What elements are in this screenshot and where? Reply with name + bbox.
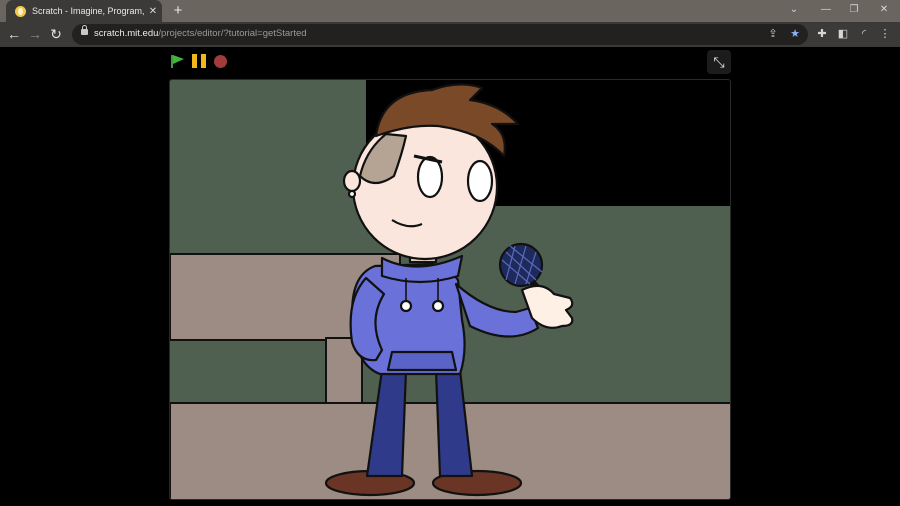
pause-icon[interactable] [192, 54, 206, 68]
restore-icon[interactable]: ❐ [844, 1, 864, 19]
bookmark-star-icon[interactable]: ★ [788, 26, 802, 43]
drawstring-right [431, 299, 445, 313]
drawstring-left [399, 299, 413, 313]
left-eye [416, 155, 444, 199]
hoodie-pocket [386, 350, 458, 372]
tab-title: Scratch - Imagine, Program, Share [32, 6, 144, 16]
url-host: scratch.mit.edu [94, 28, 159, 39]
lock-icon[interactable] [81, 25, 88, 35]
earring [347, 189, 357, 199]
extensions-puzzle-icon[interactable]: ✚ [815, 26, 829, 43]
new-tab-button[interactable]: + [171, 2, 185, 20]
exit-fullscreen-icon: ⤡ [713, 54, 725, 70]
address-bar[interactable]: scratch.mit.edu/projects/editor/?tutoria… [72, 24, 808, 45]
back-arrow-icon[interactable]: ← [6, 25, 22, 44]
side-panel-icon[interactable]: ◧ [836, 26, 850, 43]
tab-search-chevron-down-icon[interactable]: ⌄ [784, 1, 804, 19]
url-text[interactable]: scratch.mit.edu/projects/editor/?tutoria… [94, 28, 307, 39]
scratch-favicon-icon [15, 5, 26, 17]
stage-canvas [170, 80, 730, 499]
window-close-icon[interactable]: ✕ [874, 1, 894, 19]
loading-spinner-icon[interactable]: ◜ [857, 26, 871, 43]
share-icon[interactable]: ⇪ [766, 26, 780, 43]
player-controls [170, 51, 235, 71]
stop-icon[interactable] [214, 54, 227, 68]
browser-tab[interactable]: Scratch - Imagine, Program, Share ✕ [6, 0, 162, 22]
browser-toolbar: ← → ↻ scratch.mit.edu/projects/editor/?t… [0, 22, 900, 47]
minimize-icon[interactable]: — [816, 1, 836, 19]
forward-arrow-icon[interactable]: → [27, 25, 43, 44]
browser-tab-strip: Scratch - Imagine, Program, Share ✕ + ⌄ … [0, 0, 900, 22]
tab-close-icon[interactable]: ✕ [148, 6, 158, 17]
ear [342, 169, 362, 193]
exit-fullscreen-button[interactable]: ⤡ [707, 50, 731, 74]
right-eye [466, 159, 494, 203]
green-flag-icon[interactable] [170, 54, 184, 68]
menu-kebab-icon[interactable]: ⋮ [878, 26, 892, 43]
url-path: /projects/editor/?tutorial=getStarted [158, 28, 307, 39]
project-stage[interactable] [169, 79, 731, 500]
reload-icon[interactable]: ↻ [48, 25, 64, 44]
